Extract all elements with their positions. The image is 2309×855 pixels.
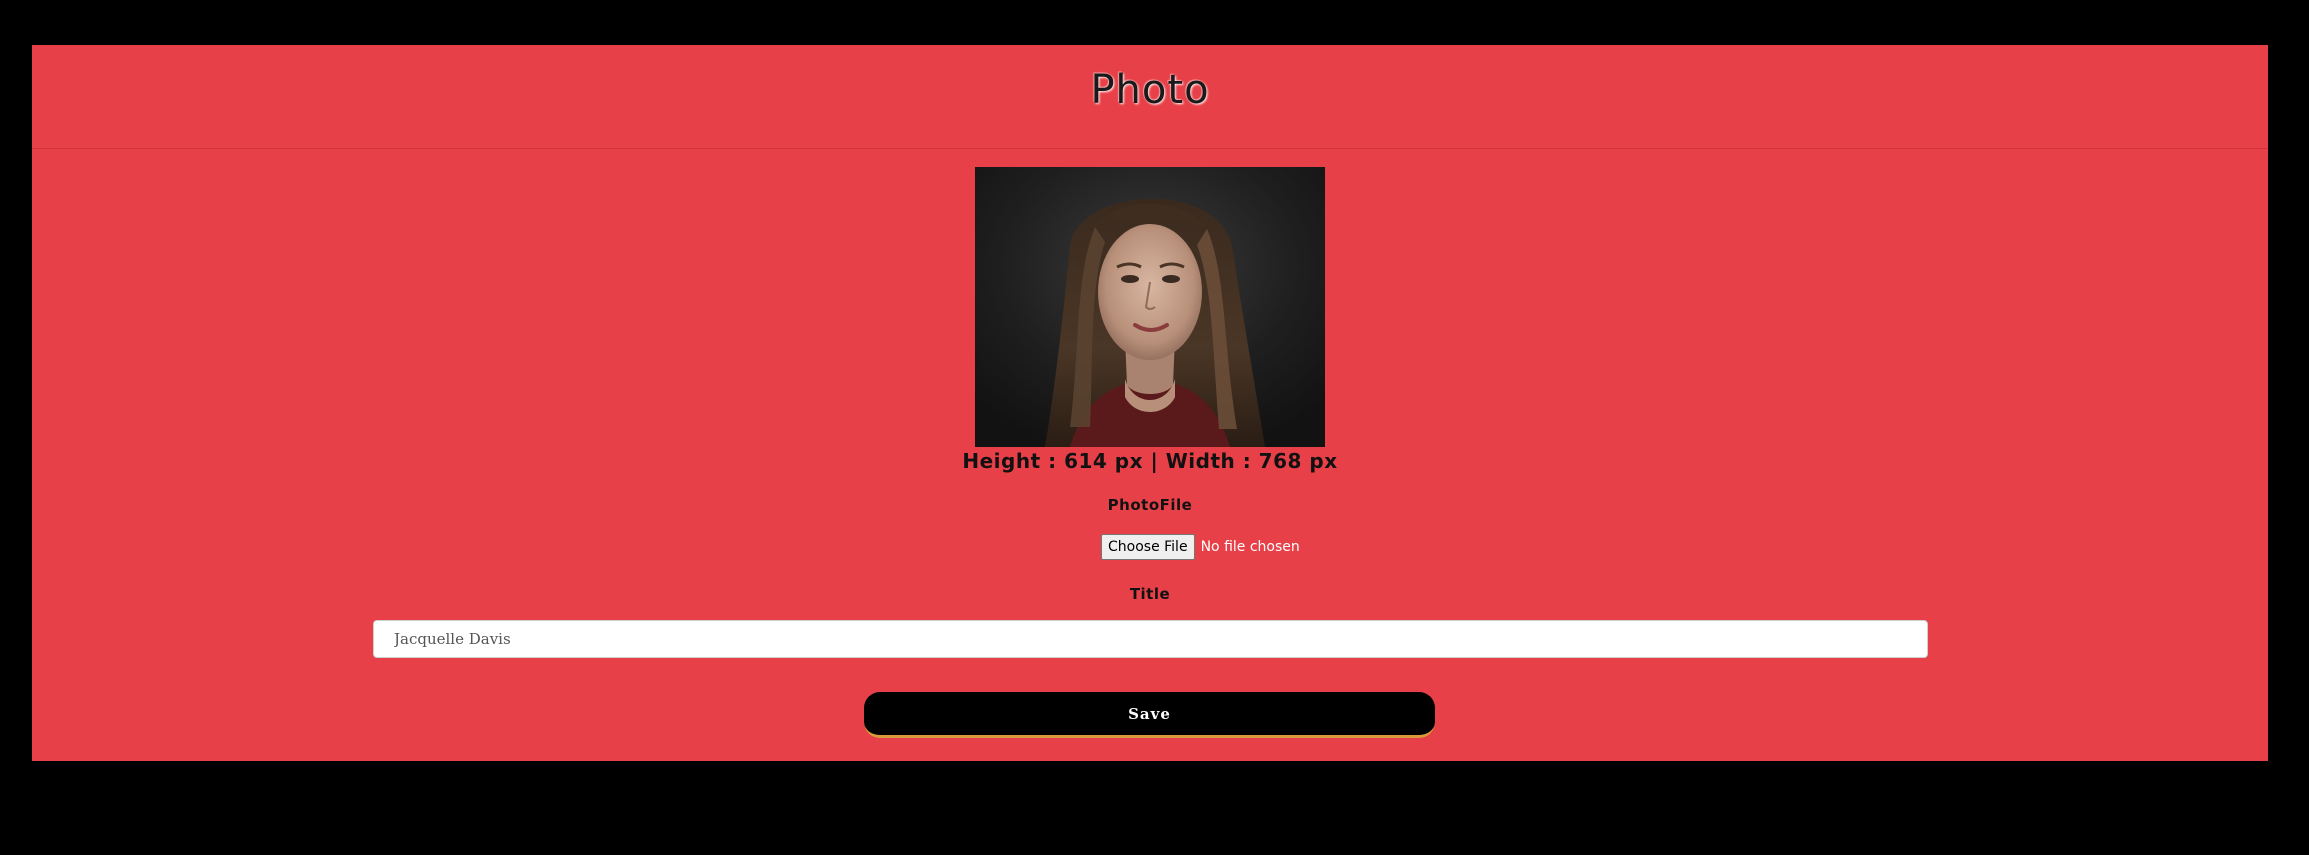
file-status-text: No file chosen (1200, 539, 1300, 555)
portrait-photo (975, 167, 1325, 447)
photo-dimensions: Height : 614 px | Width : 768 px (962, 449, 1338, 473)
photo-file-input[interactable]: Choose File No file chosen (1101, 534, 1300, 560)
page-title: Photo (1090, 67, 1210, 113)
save-button[interactable]: Save (864, 692, 1435, 738)
choose-file-button[interactable]: Choose File (1101, 534, 1195, 560)
photo-file-label: PhotoFile (1107, 496, 1193, 514)
title-input[interactable] (373, 620, 1928, 658)
title-label: Title (1129, 585, 1171, 603)
photo-edit-panel: Photo Height: 614 px | Width: 768 px P… (32, 45, 2268, 761)
page-header: Photo (32, 45, 2268, 149)
